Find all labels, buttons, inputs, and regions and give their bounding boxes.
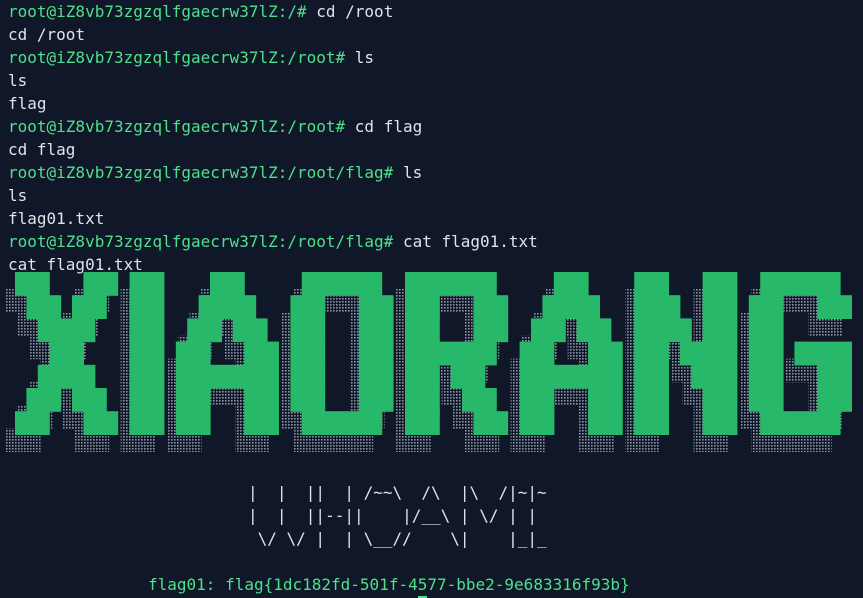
terminal-text: ls	[393, 163, 423, 182]
shell-prompt: root@iZ8vb73zgzqlfgaecrw37lZ:/root/flag#	[8, 163, 394, 182]
terminal-text: cd /root	[8, 25, 86, 44]
banner-letters	[15, 272, 852, 435]
terminal-text: ls	[8, 71, 28, 90]
terminal-line: root@iZ8vb73zgzqlfgaecrw37lZ:/root# cd f…	[8, 115, 422, 138]
shell-prompt: root@iZ8vb73zgzqlfgaecrw37lZ:/root/flag#	[8, 232, 394, 251]
terminal-text: flag01.txt	[8, 209, 105, 228]
subtitle-ascii-line: | | ||--|| |/__\ | \/ | |	[248, 506, 537, 525]
shell-prompt: root@iZ8vb73zgzqlfgaecrw37lZ:/#	[8, 2, 307, 21]
xiaorang-ascii-banner	[6, 272, 852, 452]
terminal-line: cd /root	[8, 23, 85, 46]
banner-letter	[129, 272, 165, 435]
banner-letter	[634, 272, 738, 435]
terminal-text: ls	[345, 48, 375, 67]
terminal-line: flag	[8, 92, 47, 115]
terminal-line: flag01.txt	[8, 207, 104, 230]
shell-prompt: root@iZ8vb73zgzqlfgaecrw37lZ:/root#	[8, 48, 346, 67]
terminal-line: root@iZ8vb73zgzqlfgaecrw37lZ:/root/flag#…	[8, 161, 422, 184]
terminal-text: cd /root	[306, 2, 394, 21]
subtitle-ascii-line: \/ \/ | | \__// \| |_|_	[248, 529, 547, 548]
terminal-text: ls	[8, 186, 28, 205]
terminal-line: ls	[8, 69, 27, 92]
terminal-window[interactable]: root@iZ8vb73zgzqlfgaecrw37lZ:/# cd /root…	[0, 0, 863, 598]
terminal-line: ls	[8, 184, 27, 207]
terminal-text: cd flag	[345, 117, 423, 136]
terminal-text: cat flag01.txt	[393, 232, 538, 251]
terminal-line: root@iZ8vb73zgzqlfgaecrw37lZ:/# cd /root	[8, 0, 393, 23]
terminal-text: cd flag	[8, 140, 76, 159]
flag-output-line: flag01: flag{1dc182fd-501f-4577-bbe2-9e6…	[148, 575, 630, 594]
terminal-text: flag	[8, 94, 47, 113]
subtitle-ascii-line: | | || | /~~\ /\ |\ /|~|~	[248, 483, 547, 502]
terminal-line: cd flag	[8, 138, 75, 161]
terminal-line: root@iZ8vb73zgzqlfgaecrw37lZ:/root/flag#…	[8, 230, 538, 253]
terminal-line: root@iZ8vb73zgzqlfgaecrw37lZ:/root# ls	[8, 46, 374, 69]
shell-prompt: root@iZ8vb73zgzqlfgaecrw37lZ:/root#	[8, 117, 346, 136]
